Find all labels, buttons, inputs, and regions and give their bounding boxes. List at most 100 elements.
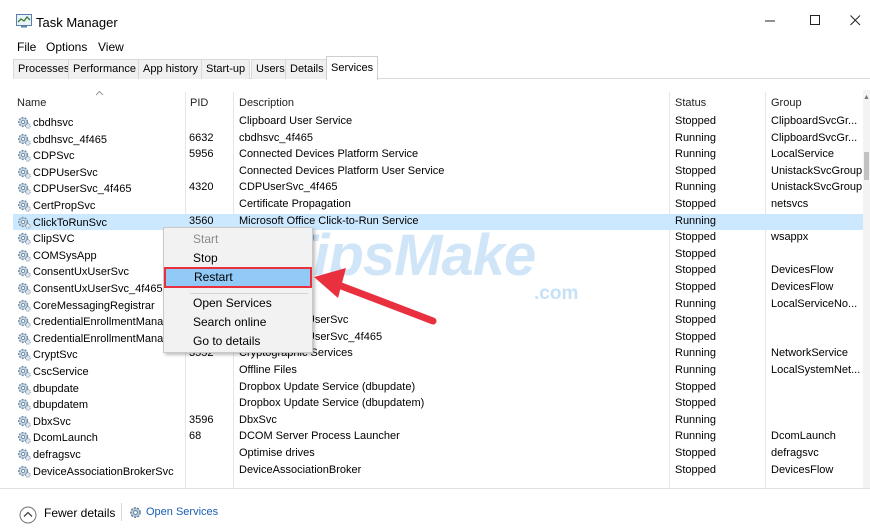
table-row[interactable]: DeviceAssociationBrokerSvc DeviceAssociat… (13, 463, 863, 480)
minimize-icon (765, 20, 775, 22)
service-name: ConsentUxUserSvc_4f465 (33, 283, 163, 295)
menu-options[interactable]: Options (46, 40, 87, 54)
maximize-icon (810, 15, 820, 25)
service-gear-icon (18, 432, 31, 445)
scroll-up-icon[interactable]: ▲ (863, 94, 870, 101)
service-name: CDPUserSvc_4f465 (33, 183, 132, 196)
service-status: Stopped (675, 463, 716, 476)
close-icon (850, 15, 861, 26)
minimize-button[interactable] (748, 6, 794, 34)
service-name: defragsvc (33, 449, 81, 461)
service-group: DevicesFlow (771, 463, 834, 476)
service-gear-icon (18, 166, 31, 179)
tab-performance[interactable]: Performance (68, 59, 141, 79)
column-header-name[interactable]: Name (17, 97, 46, 109)
table-row[interactable]: dbupdatem Dropbox Update Service (dbupdat… (13, 396, 863, 413)
menu-view[interactable]: View (98, 40, 124, 54)
service-description: Connected Devices Platform Service (239, 148, 419, 161)
context-menu-start[interactable]: Start (164, 230, 312, 249)
window-title: Task Manager (36, 15, 118, 30)
service-name-cell: defragsvc (17, 447, 189, 461)
table-row[interactable]: CscService Offline Files Running LocalSyste… (13, 363, 863, 380)
service-status: Running (675, 297, 716, 310)
table-row[interactable]: CDPUserSvc Connected Devices Platform Use… (13, 164, 863, 181)
service-description: DCOM Server Process Launcher (239, 430, 400, 443)
table-row[interactable]: CryptSvc 3552 Cryptographic Services Runnin… (13, 346, 863, 363)
watermark-suffix: .com (534, 283, 579, 304)
service-status: Stopped (675, 264, 716, 277)
service-gear-icon (18, 150, 31, 162)
tab-services[interactable]: Services (326, 56, 379, 80)
menu-file[interactable]: File (17, 40, 36, 54)
service-group: UnistackSvcGroup (771, 181, 863, 194)
service-group: ClipboardSvcGr... (771, 115, 858, 127)
service-name-cell: DbxSvc (17, 414, 189, 428)
service-gear-icon (18, 332, 31, 345)
service-status: Running (675, 430, 716, 443)
service-group: DevicesFlow (771, 281, 834, 293)
service-name: COMSysApp (33, 249, 97, 262)
service-name: ConsentUxUserSvc (33, 266, 129, 279)
service-gear-icon (18, 465, 31, 478)
service-description: Dropbox Update Service (dbupdate) (239, 380, 416, 393)
close-button[interactable] (833, 6, 870, 34)
context-menu-stop[interactable]: Stop (164, 249, 312, 268)
service-gear-icon (18, 133, 31, 146)
service-status: Running (675, 148, 716, 161)
table-row[interactable]: CDPSvc 5956 Connected Devices Platform Ser… (13, 147, 863, 164)
scroll-thumb[interactable] (864, 152, 869, 180)
fewer-details-button[interactable]: Fewer details (44, 506, 115, 520)
service-description: DbxSvc (239, 413, 277, 426)
service-status: Running (675, 131, 716, 144)
tab-app-history[interactable]: App history (138, 59, 204, 79)
service-name: CoreMessagingRegistrar (33, 299, 155, 312)
table-row[interactable]: defragsvc Optimise drives Stopped defragsvc (13, 446, 863, 463)
tab-details[interactable]: Details (285, 59, 329, 79)
column-header-description[interactable]: Description (239, 97, 294, 109)
context-menu-search-online[interactable]: Search online (164, 313, 312, 332)
table-row[interactable]: DbxSvc 3596 DbxSvc Running (13, 413, 863, 430)
service-gear-icon (18, 249, 31, 262)
table-row[interactable]: CDPUserSvc_4f465 4320 CDPUserSvc_4f465 Runn… (13, 180, 863, 197)
service-name: CDPUserSvc (33, 166, 98, 179)
table-row[interactable]: CoreMessagingRegistrar Running LocalServic… (13, 297, 863, 314)
service-group: UnistackSvcGroup (771, 164, 863, 177)
table-row[interactable]: CredentialEnrollmentManagmentManagerUser… (13, 313, 863, 330)
context-menu-go-to-details[interactable]: Go to details (164, 332, 312, 351)
service-description: Clipboard User Service (239, 115, 353, 127)
column-header-group[interactable]: Group (771, 97, 802, 109)
context-menu-open-services[interactable]: Open Services (164, 294, 312, 313)
table-row[interactable]: DcomLaunch 68 DCOM Server Process Launcher… (13, 429, 863, 446)
service-name-cell: dbupdatem (17, 397, 189, 411)
service-gear-icon (18, 199, 31, 212)
service-name: CredentialEnrollmentManag (33, 332, 170, 345)
footer-divider (121, 503, 122, 521)
service-status: Stopped (675, 115, 716, 127)
service-status: Stopped (675, 231, 716, 244)
service-pid: 68 (189, 430, 202, 443)
tab-start-up[interactable]: Start-up (201, 59, 251, 79)
table-row[interactable]: CertPropSvc Certificate Propagation Stoppe… (13, 197, 863, 214)
tab-users[interactable]: Users (251, 59, 290, 79)
vertical-scrollbar[interactable]: ▲ (863, 90, 870, 488)
table-row[interactable]: cbdhsvc Clipboard User Service Stopped Clip… (13, 114, 863, 131)
service-gear-icon (18, 448, 31, 461)
services-gear-icon (130, 507, 141, 518)
service-description: DeviceAssociationBroker (239, 463, 362, 476)
service-name-cell: DeviceAssociationBrokerSvc (17, 464, 189, 478)
table-row[interactable]: cbdhsvc_4f465 6632 cbdhsvc_4f465 Running Cli… (13, 131, 863, 148)
menu-bar: File Options View (0, 38, 870, 56)
chevron-up-icon[interactable] (19, 506, 37, 524)
service-description: Optimise drives (239, 447, 315, 459)
column-header-status[interactable]: Status (675, 97, 706, 109)
tab-processes[interactable]: Processes (13, 59, 75, 79)
service-group: LocalSystemNet... (771, 364, 861, 376)
service-name-cell: dbupdate (17, 381, 189, 395)
service-pid: 6632 (189, 131, 214, 144)
service-gear-icon (18, 233, 31, 245)
column-header-pid[interactable]: PID (190, 97, 208, 109)
context-menu-restart[interactable]: Restart (164, 267, 312, 288)
open-services-link[interactable]: Open Services (146, 506, 218, 518)
table-row[interactable]: dbupdate Dropbox Update Service (dbupdate… (13, 380, 863, 397)
table-row[interactable]: CredentialEnrollmentManagmentManagerUser… (13, 330, 863, 347)
